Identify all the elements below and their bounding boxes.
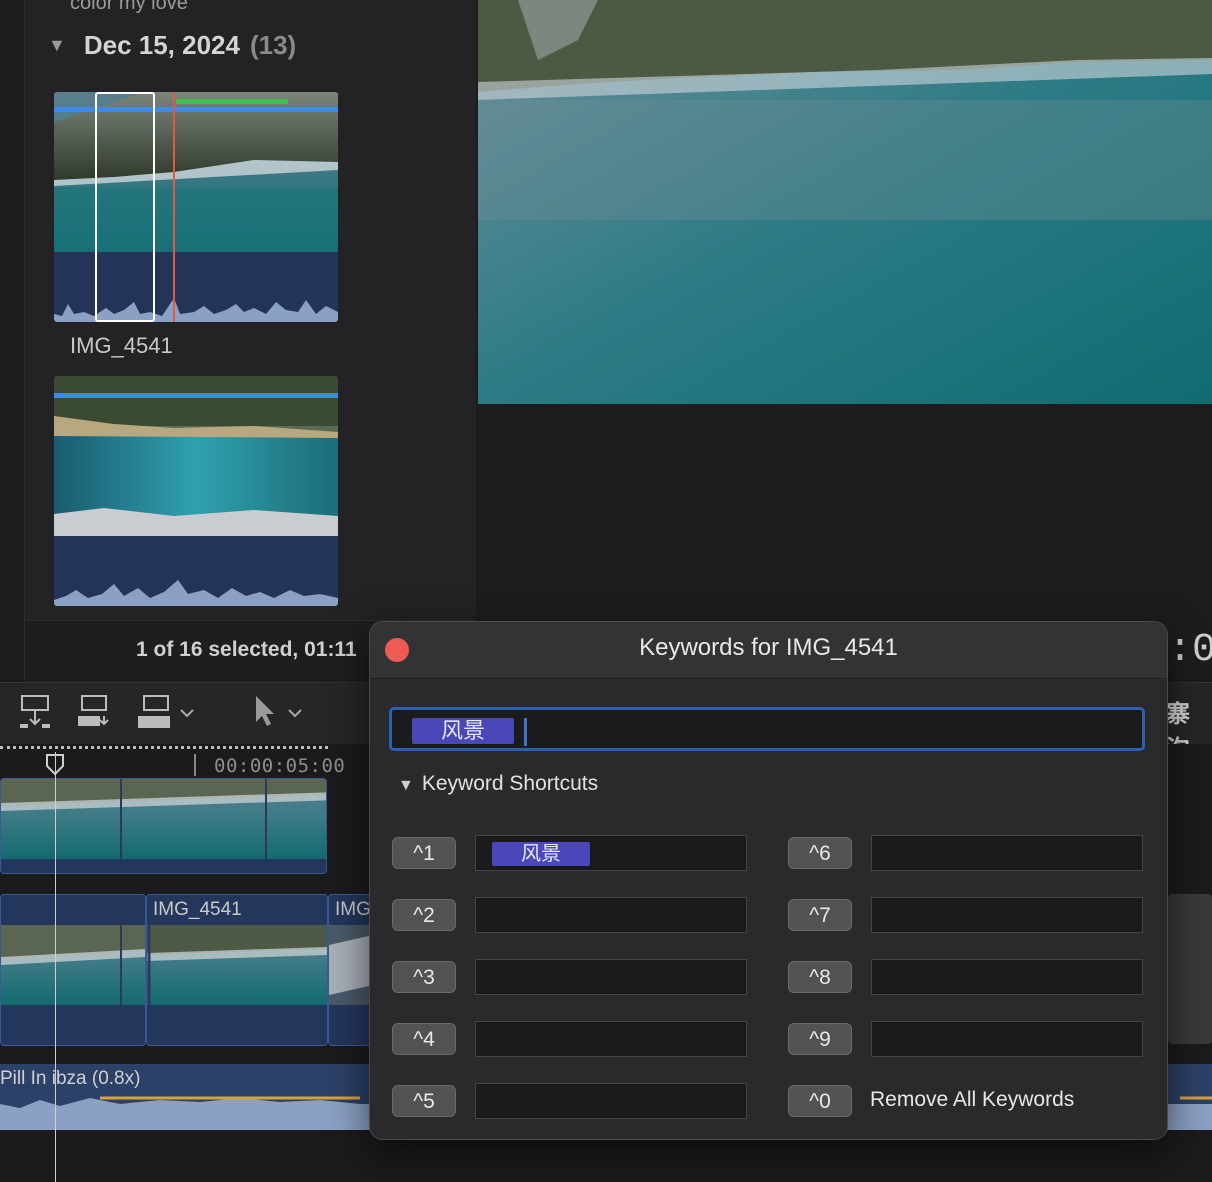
- shortcut-keyword-slot-3[interactable]: [475, 959, 747, 995]
- shortcut-key-4[interactable]: ^4: [392, 1023, 456, 1055]
- audio-waveform-area: [54, 536, 338, 606]
- event-date-header[interactable]: ▼ Dec 15, 2024 (13): [48, 30, 296, 61]
- shortcut-keyword-slot-9[interactable]: [871, 1021, 1143, 1057]
- chevron-down-icon[interactable]: [178, 704, 196, 722]
- select-tool-icon[interactable]: [252, 694, 278, 730]
- clip-thumbnail[interactable]: [54, 376, 338, 606]
- shortcut-keyword-slot-2[interactable]: [475, 897, 747, 933]
- ruler-tick: [194, 754, 196, 776]
- shortcut-key-5[interactable]: ^5: [392, 1085, 456, 1117]
- selection-status: 1 of 16 selected, 01:11: [136, 638, 357, 661]
- shortcut-key-3[interactable]: ^3: [392, 961, 456, 993]
- text-caret: [524, 718, 527, 746]
- timeline-playhead[interactable]: [55, 752, 56, 1182]
- clip-frame-image: [54, 376, 338, 536]
- window-title: Keywords for IMG_4541: [639, 634, 898, 661]
- viewer-timecode: :04: [1168, 628, 1212, 673]
- remove-all-keywords-label: Remove All Keywords: [870, 1088, 1075, 1111]
- clip-filmstrip: [1, 925, 145, 1005]
- clip-filmstrip: [329, 925, 373, 1005]
- shortcut-keyword-slot-7[interactable]: [871, 897, 1143, 933]
- shortcut-keyword-slot-1[interactable]: 风景: [475, 835, 747, 871]
- shortcut-key-0[interactable]: ^0: [788, 1085, 852, 1117]
- keyword-shortcuts-label: Keyword Shortcuts: [421, 772, 599, 795]
- previous-event-title: color my love: [70, 0, 188, 14]
- audio-clip-name: Pill In ibza (0.8x): [0, 1068, 141, 1089]
- clip-filmstrip: [147, 925, 327, 1005]
- keyword-range-bar: [54, 393, 338, 398]
- skimmer-playhead: [173, 92, 175, 322]
- shortcut-key-6[interactable]: ^6: [788, 837, 852, 869]
- shortcut-keyword-slot-5[interactable]: [475, 1083, 747, 1119]
- keyword-token[interactable]: 风景: [412, 718, 514, 744]
- event-date: Dec 15, 2024: [83, 30, 240, 60]
- keywords-window: Keywords for IMG_4541 风景 ▼ Keyword Shortc…: [369, 621, 1168, 1140]
- clip-name: IMG_4541: [70, 333, 173, 358]
- chevron-down-icon[interactable]: [286, 704, 304, 722]
- disclosure-triangle-icon[interactable]: ▼: [48, 35, 66, 55]
- connected-clip[interactable]: [0, 778, 327, 874]
- viewer-frame[interactable]: [478, 0, 1212, 404]
- primary-clip-img-4541[interactable]: IMG_4541: [146, 894, 328, 1046]
- disclosure-triangle-icon[interactable]: ▼: [398, 777, 414, 794]
- shortcut-key-2[interactable]: ^2: [392, 899, 456, 931]
- shortcut-key-8[interactable]: ^8: [788, 961, 852, 993]
- clip-name: IMG: [335, 899, 371, 920]
- selection-range-box[interactable]: [95, 92, 155, 322]
- playhead-handle-icon[interactable]: [46, 754, 64, 776]
- shortcut-key-1[interactable]: ^1: [392, 837, 456, 869]
- primary-clip[interactable]: IMG: [328, 894, 374, 1046]
- shortcut-key-7[interactable]: ^7: [788, 899, 852, 931]
- favorite-range-bar: [176, 99, 288, 104]
- audio-waveform: [54, 580, 338, 606]
- keyword-shortcuts-disclosure[interactable]: ▼ Keyword Shortcuts: [398, 772, 598, 796]
- clip-thumbnail-selected[interactable]: [54, 92, 338, 322]
- clip-name: IMG_4541: [153, 899, 242, 920]
- event-clip-count: (13): [249, 30, 297, 60]
- gap-clip[interactable]: [1168, 894, 1212, 1044]
- shortcut-key-9[interactable]: ^9: [788, 1023, 852, 1055]
- clip-filmstrip: [1, 779, 326, 859]
- shortcut-keyword-slot-8[interactable]: [871, 959, 1143, 995]
- insert-clip-icon[interactable]: [76, 694, 112, 730]
- timeline-ruler[interactable]: [0, 746, 328, 753]
- shortcut-keyword-slot-4[interactable]: [475, 1021, 747, 1057]
- browser-sidebar-edge: [0, 0, 25, 680]
- shortcut-keyword-slot-6[interactable]: [871, 835, 1143, 871]
- keyword-token[interactable]: 风景: [492, 842, 590, 866]
- append-clip-icon[interactable]: [136, 694, 172, 730]
- primary-clip[interactable]: [0, 894, 146, 1046]
- keyword-input-field[interactable]: 风景: [389, 707, 1145, 751]
- connect-clip-icon[interactable]: [18, 694, 54, 730]
- ruler-timecode: 00:00:05:00: [214, 755, 346, 777]
